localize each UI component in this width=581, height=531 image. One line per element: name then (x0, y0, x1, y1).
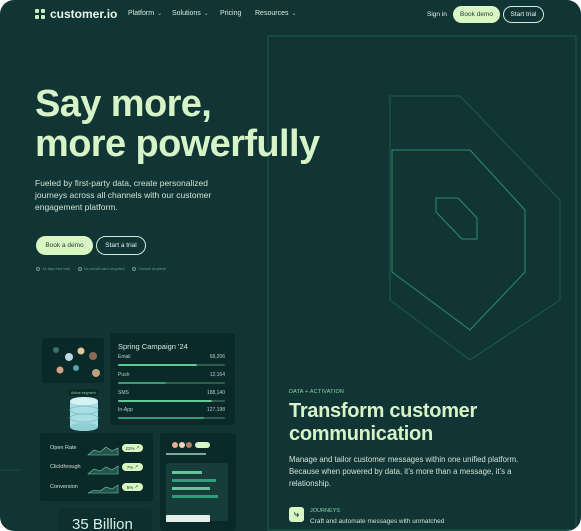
book-demo-button[interactable]: Book demo (453, 6, 500, 23)
hero-subtitle: Fueled by first-party data, create perso… (35, 178, 212, 212)
journeys-tag: JOURNEYS (310, 508, 340, 514)
start-trial-button[interactable]: Start trial (503, 6, 544, 23)
nav-item-label: Pricing (220, 10, 242, 17)
channel-value: 188,140 (206, 390, 225, 396)
channel-bar (118, 400, 225, 402)
check-item: Cancel anytime (132, 266, 166, 271)
avatars-card (42, 338, 104, 383)
metric-label: Open Rate (50, 445, 77, 451)
metric-label: Clickthrough (50, 464, 81, 470)
nav-item-solutions[interactable]: Solutions ⌄ (172, 10, 209, 17)
section-title-line-1: Transform customer (289, 400, 477, 422)
geo-inner-shape (391, 149, 526, 331)
chevron-down-icon: ⌄ (291, 11, 297, 17)
channel-label: In-App (118, 407, 133, 413)
channel-value: 68,206 (209, 354, 225, 360)
nav-item-platform[interactable]: Platform ⌄ (128, 10, 162, 17)
message-preview-graphic (166, 442, 228, 522)
user-avatars-graphic (53, 347, 100, 377)
nav-item-label: Platform (128, 10, 155, 17)
nav-item-pricing[interactable]: Pricing (220, 10, 241, 17)
metric-label: Conversion (50, 484, 78, 490)
journeys-description: Craft and automate messages with unmatch… (310, 518, 445, 525)
metric-pill: 5% ↗ (122, 483, 143, 491)
channel-bar-fill (118, 417, 204, 419)
chevron-down-icon: ⌄ (203, 11, 209, 17)
brand-name: customer.io (50, 7, 118, 21)
top-nav: customer.io Platform ⌄ Solutions ⌄ Prici… (0, 0, 581, 30)
sign-in-link[interactable]: Sign in (427, 11, 447, 18)
channel-value: 12,164 (209, 372, 225, 378)
check-item: 14-day free trial (36, 266, 70, 271)
channel-value: 127,198 (206, 407, 225, 413)
database-icon (69, 397, 99, 431)
journeys-icon: ⤷ (289, 507, 304, 522)
check-item: No credit card required (77, 266, 124, 271)
channel-label: Email (118, 354, 131, 360)
nav-item-label: Resources (255, 10, 289, 17)
channel-bar (118, 382, 225, 384)
hero-title-line-1: Say more, (35, 83, 212, 125)
section-title: Transform customer communication (289, 400, 529, 446)
hero-start-trial-button[interactable]: Start a trial (96, 236, 146, 255)
hero-checklist: 14-day free trial No credit card require… (36, 266, 166, 271)
geo-core-shape (435, 197, 478, 240)
stat-big-number: 35 Billion (72, 516, 133, 531)
channel-bar-fill (118, 382, 167, 384)
hero-title: Say more, more powerfully (35, 84, 355, 164)
chevron-down-icon: ⌄ (157, 11, 163, 17)
brand-logo-icon (35, 9, 45, 19)
nav-item-resources[interactable]: Resources ⌄ (255, 10, 297, 17)
nav-item-label: Solutions (172, 10, 201, 17)
metric-pill: 22% ↗ (122, 444, 143, 452)
channel-bar (118, 364, 225, 366)
channel-label: SMS (118, 390, 129, 396)
hero-title-line-2: more powerfully (35, 123, 320, 165)
brand-logo[interactable]: customer.io (35, 7, 117, 21)
page: customer.io Platform ⌄ Solutions ⌄ Prici… (0, 0, 581, 531)
channel-bar-fill (118, 400, 213, 402)
database-graphic: Active segment (64, 387, 106, 433)
section-title-line-2: communication (289, 423, 433, 445)
check-circle-icon (36, 266, 40, 271)
check-circle-icon (77, 266, 82, 271)
campaign-title: Spring Campaign '24 (118, 342, 188, 351)
channel-bar (118, 417, 225, 419)
section-tag: DATA + ACTIVATION (289, 389, 345, 395)
channel-label: Push (118, 372, 130, 378)
section-description: Manage and tailor customer messages with… (289, 455, 519, 488)
hero-book-demo-button[interactable]: Book a demo (36, 236, 93, 255)
channel-bar-fill (118, 364, 198, 366)
geo-mid-shape (389, 95, 561, 361)
metric-pill: 7% ↗ (122, 463, 143, 471)
check-circle-icon (132, 266, 137, 271)
message-preview-card (160, 433, 236, 531)
